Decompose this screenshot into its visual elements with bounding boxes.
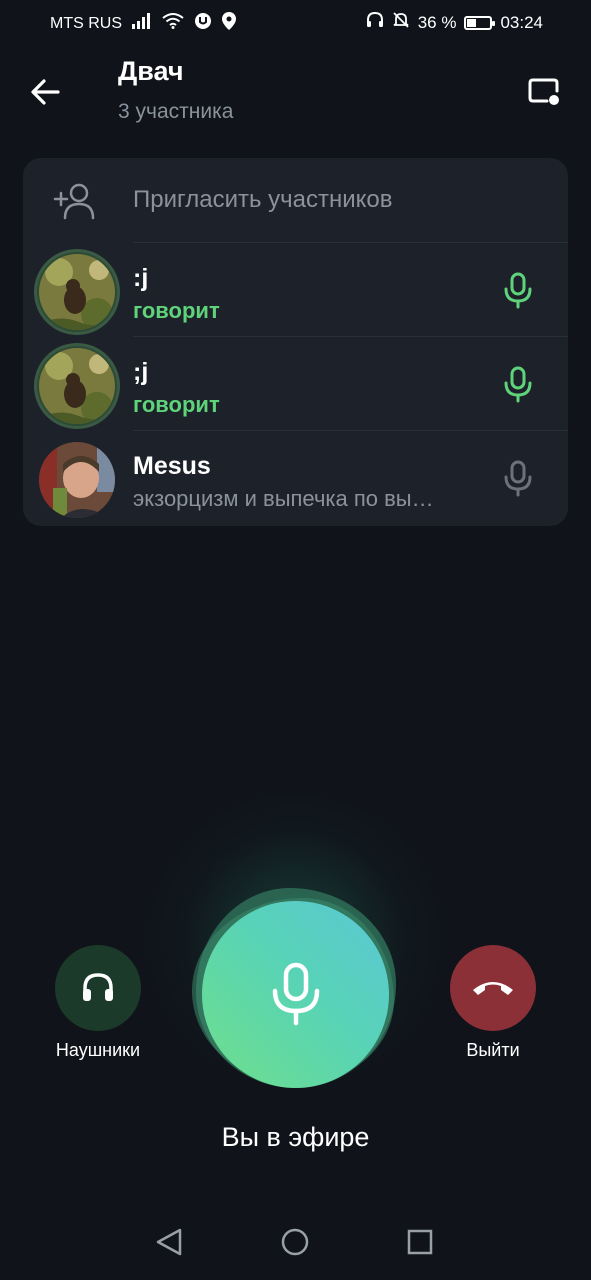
bell-off-icon bbox=[392, 11, 410, 34]
participant-name: :j bbox=[133, 264, 149, 292]
headset-icon bbox=[366, 11, 384, 34]
participant-status: экзорцизм и выпечка по вы… bbox=[133, 486, 434, 511]
status-right: 36 % 03:24 bbox=[366, 11, 543, 34]
screen-share-icon bbox=[528, 78, 559, 105]
participant-row[interactable]: :j говорит bbox=[23, 242, 568, 336]
participants-count: 3 участника bbox=[118, 100, 234, 123]
divider bbox=[133, 242, 568, 243]
headphones-button[interactable] bbox=[55, 945, 141, 1031]
leave-button[interactable] bbox=[450, 945, 536, 1031]
nav-back-button[interactable] bbox=[150, 1222, 190, 1262]
battery-fill bbox=[467, 18, 477, 27]
invite-label: Пригласить участников bbox=[133, 186, 393, 213]
microphone-icon bbox=[272, 962, 319, 1025]
add-user-icon bbox=[53, 182, 97, 220]
location-icon bbox=[222, 12, 236, 35]
nav-home-button[interactable] bbox=[275, 1222, 315, 1262]
participant-status: говорит bbox=[133, 392, 220, 417]
leave-label: Выйти bbox=[466, 1040, 520, 1060]
headphones-label: Наушники bbox=[55, 1040, 141, 1060]
avatar-speaking-ring bbox=[37, 252, 117, 332]
divider bbox=[133, 430, 568, 431]
call-header: Двач 3 участника bbox=[0, 44, 591, 144]
participants-card: Пригласить участников :j говорит ;j гово… bbox=[23, 158, 568, 526]
invite-participants-button[interactable]: Пригласить участников bbox=[23, 158, 568, 242]
signal-icon bbox=[132, 13, 152, 34]
arrow-left-icon bbox=[31, 79, 60, 105]
avatar bbox=[39, 254, 115, 330]
triangle-back-icon bbox=[156, 1228, 182, 1256]
mic-active-icon bbox=[498, 270, 538, 310]
battery-percent: 36 % bbox=[417, 12, 457, 32]
status-bar: MTS RUS 36 % 03:24 bbox=[0, 0, 591, 44]
avatar bbox=[39, 348, 115, 424]
wifi-icon bbox=[162, 13, 184, 34]
circle-home-icon bbox=[281, 1228, 309, 1256]
hang-up-icon bbox=[473, 982, 513, 995]
chat-title: Двач bbox=[118, 56, 184, 86]
on-air-status: Вы в эфире bbox=[221, 1122, 370, 1152]
battery-icon bbox=[464, 15, 496, 30]
avatar-speaking-ring bbox=[37, 346, 117, 426]
avatar bbox=[39, 442, 115, 518]
square-recents-icon bbox=[407, 1229, 433, 1255]
participant-row[interactable]: ;j говорит bbox=[23, 336, 568, 430]
screen-share-button[interactable] bbox=[527, 74, 561, 108]
participant-name: ;j bbox=[133, 358, 149, 386]
back-button[interactable] bbox=[26, 72, 66, 112]
avatar-container bbox=[37, 440, 117, 520]
clock: 03:24 bbox=[500, 12, 543, 32]
divider bbox=[133, 336, 568, 337]
participant-name: Mesus bbox=[133, 452, 211, 480]
system-nav-bar bbox=[0, 1200, 591, 1280]
participant-status: говорит bbox=[133, 298, 220, 323]
mic-active-icon bbox=[498, 364, 538, 404]
vpn-icon bbox=[194, 12, 212, 35]
headphones-icon bbox=[83, 973, 113, 1001]
mic-muted-icon bbox=[498, 458, 538, 498]
nav-recents-button[interactable] bbox=[400, 1222, 440, 1262]
status-left: MTS RUS bbox=[50, 12, 236, 35]
mute-toggle-button[interactable] bbox=[202, 901, 389, 1088]
participant-row[interactable]: Mesus экзорцизм и выпечка по вы… bbox=[23, 430, 568, 524]
carrier-label: MTS RUS bbox=[50, 14, 122, 32]
